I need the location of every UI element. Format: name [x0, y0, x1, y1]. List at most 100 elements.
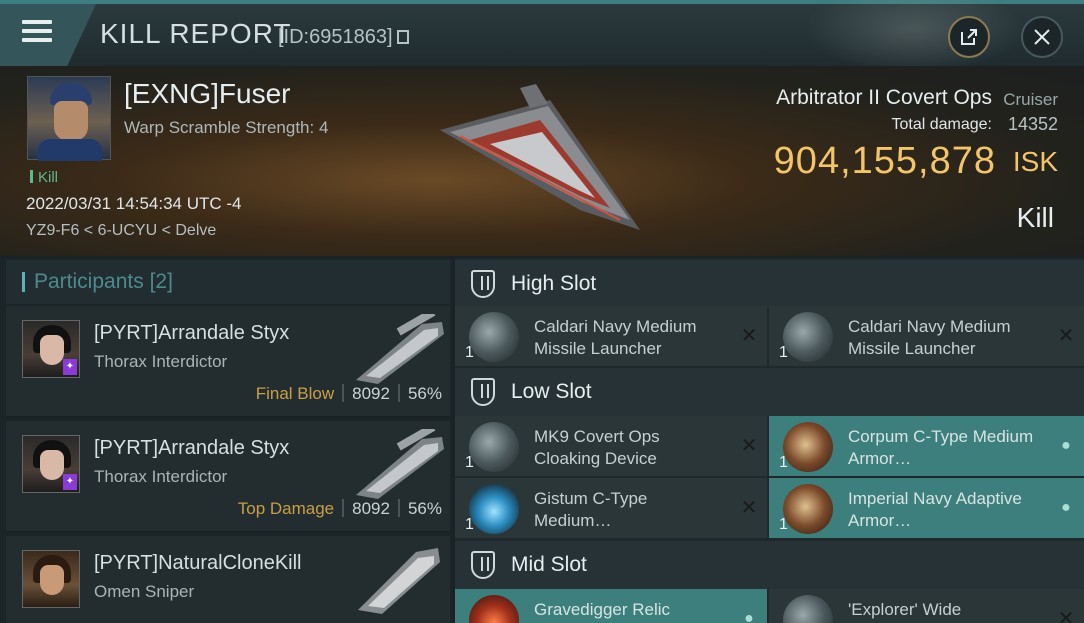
kill-tag: Kill: [30, 169, 58, 186]
armor-repairer-icon: [783, 422, 833, 472]
close-icon: [1034, 29, 1050, 45]
faction-badge-icon: ✦: [63, 474, 77, 490]
mid-slot-header: Mid Slot: [455, 541, 1084, 589]
low-slot-header: Low Slot: [455, 368, 1084, 416]
participant-damage: 8092: [352, 384, 390, 403]
item-name: Caldari Navy Medium Missile Launcher: [534, 317, 697, 358]
participant-percent: 56%: [407, 499, 442, 518]
participant-ship[interactable]: Thorax Interdictor: [94, 467, 227, 487]
destroyed-icon: ✕: [1057, 325, 1075, 347]
shield-module-icon: [469, 484, 519, 534]
close-button[interactable]: [1021, 16, 1063, 58]
participant-ship-image[interactable]: [352, 429, 448, 499]
fitting-item[interactable]: 1 Corpum C-Type Medium Armor… ●: [769, 416, 1084, 476]
total-damage-value: 14352: [1007, 114, 1058, 134]
participant-ship[interactable]: Omen Sniper: [94, 582, 194, 602]
external-link-icon: [961, 29, 977, 45]
kill-datetime: 2022/03/31 14:54:34 UTC -4: [26, 194, 242, 213]
victim-ship-image[interactable]: [430, 80, 650, 240]
copy-icon[interactable]: [396, 30, 409, 44]
external-link-button[interactable]: [948, 16, 990, 58]
participant-row[interactable]: [PYRT]NaturalCloneKill Omen Sniper: [6, 536, 450, 623]
destroyed-icon: ✕: [740, 435, 758, 457]
item-name: Imperial Navy Adaptive Armor…: [848, 489, 1022, 530]
page-title: KILL REPORT: [100, 18, 292, 49]
item-name: Corpum C-Type Medium Armor…: [848, 427, 1034, 468]
total-damage-label: Total damage:: [891, 116, 992, 133]
participant-ship[interactable]: Thorax Interdictor: [94, 352, 227, 372]
participant-name[interactable]: [PYRT]Arrandale Styx: [94, 437, 289, 460]
victim-ship-name[interactable]: Arbitrator II Covert Ops: [776, 86, 992, 110]
armor-hardener-icon: [783, 484, 833, 534]
item-name: Gistum C-Type Medium…: [534, 489, 648, 530]
fitting-item[interactable]: 1 Caldari Navy Medium Missile Launcher ✕: [455, 306, 767, 366]
menu-tab[interactable]: [0, 4, 96, 66]
missile-launcher-icon: [783, 312, 833, 362]
high-slot-icon: [471, 270, 495, 298]
fitting-item[interactable]: 1 MK9 Covert Ops Cloaking Device ✕: [455, 416, 767, 476]
item-name: Caldari Navy Medium Missile Launcher: [848, 317, 1011, 358]
item-quantity: 1: [779, 516, 788, 533]
participants-label: Participants: [34, 270, 144, 293]
participant-ship-image[interactable]: [352, 544, 448, 614]
fitting-item[interactable]: 1 Caldari Navy Medium Missile Launcher ✕: [769, 306, 1084, 366]
destroyed-icon: ✕: [740, 497, 758, 519]
participant-portrait[interactable]: [22, 550, 80, 608]
item-quantity: 1: [779, 454, 788, 471]
scan-probe-launcher-icon: [783, 595, 833, 623]
participant-row[interactable]: ✦ [PYRT]Arrandale Styx Thorax Interdicto…: [6, 421, 450, 533]
victim-subtitle: Warp Scramble Strength: 4: [124, 118, 329, 137]
participants-count: [2]: [149, 270, 173, 293]
hamburger-icon[interactable]: [22, 20, 52, 44]
outcome-label: Kill: [1016, 202, 1054, 233]
participant-name[interactable]: [PYRT]Arrandale Styx: [94, 322, 289, 345]
participant-percent: 56%: [407, 384, 442, 403]
participant-role: Top Damage: [237, 499, 335, 518]
dropped-icon: ●: [744, 610, 754, 623]
dropped-icon: ●: [1061, 499, 1071, 516]
participants-header: Participants [2]: [6, 260, 450, 304]
item-name: Gravedigger Relic: [534, 600, 671, 619]
high-slot-label: High Slot: [511, 272, 597, 295]
isk-value: 904,155,878: [773, 140, 996, 182]
participant-ship-image[interactable]: [352, 314, 448, 384]
participants-panel: Participants [2] ✦ [PYRT]Arrandale Styx …: [0, 258, 452, 623]
fitting-item[interactable]: Gravedigger Relic ●: [455, 589, 767, 623]
participant-damage: 8092: [352, 499, 390, 518]
fitting-item[interactable]: 1 Gistum C-Type Medium… ✕: [455, 478, 767, 538]
item-name: MK9 Covert Ops Cloaking Device: [534, 427, 660, 468]
participant-stats: Top Damage 8092 56%: [238, 499, 442, 519]
missile-launcher-icon: [469, 312, 519, 362]
participant-portrait[interactable]: ✦: [22, 320, 80, 378]
victim-name[interactable]: [EXNG]Fuser: [124, 78, 290, 110]
fitting-item[interactable]: 1 Imperial Navy Adaptive Armor… ●: [769, 478, 1084, 538]
participant-portrait[interactable]: ✦: [22, 435, 80, 493]
item-name: 'Explorer' Wide: [848, 600, 962, 619]
kill-location[interactable]: YZ9-F6 < 6-UCYU < Delve: [26, 222, 216, 240]
low-slot-icon: [471, 378, 495, 406]
mid-slot-icon: [471, 551, 495, 579]
item-quantity: 1: [465, 516, 474, 533]
participant-role: Final Blow: [255, 384, 335, 403]
fittings-panel: High Slot 1 Caldari Navy Medium Missile …: [455, 258, 1084, 623]
participant-stats: Final Blow 8092 56%: [256, 384, 442, 404]
relic-analyzer-icon: [469, 595, 519, 623]
kill-id[interactable]: [ID:6951863]: [278, 26, 409, 49]
participant-row[interactable]: ✦ [PYRT]Arrandale Styx Thorax Interdicto…: [6, 306, 450, 418]
destroyed-icon: ✕: [740, 325, 758, 347]
participant-name[interactable]: [PYRT]NaturalCloneKill: [94, 552, 302, 575]
item-quantity: 1: [465, 344, 474, 361]
high-slot-header: High Slot: [455, 260, 1084, 308]
isk-unit: ISK: [1012, 146, 1058, 177]
victim-ship-class: Cruiser: [1003, 90, 1058, 109]
low-slot-label: Low Slot: [511, 380, 592, 403]
victim-panel: [EXNG]Fuser Warp Scramble Strength: 4 Ki…: [0, 66, 1084, 256]
dropped-icon: ●: [1061, 437, 1071, 454]
victim-portrait[interactable]: [27, 76, 111, 161]
fitting-item[interactable]: 'Explorer' Wide ✕: [769, 589, 1084, 623]
kill-id-text: [ID:6951863]: [278, 26, 393, 48]
cloaking-device-icon: [469, 422, 519, 472]
item-quantity: 1: [465, 454, 474, 471]
destroyed-icon: ✕: [1057, 608, 1075, 623]
title-bar: KILL REPORT [ID:6951863]: [0, 0, 1084, 74]
